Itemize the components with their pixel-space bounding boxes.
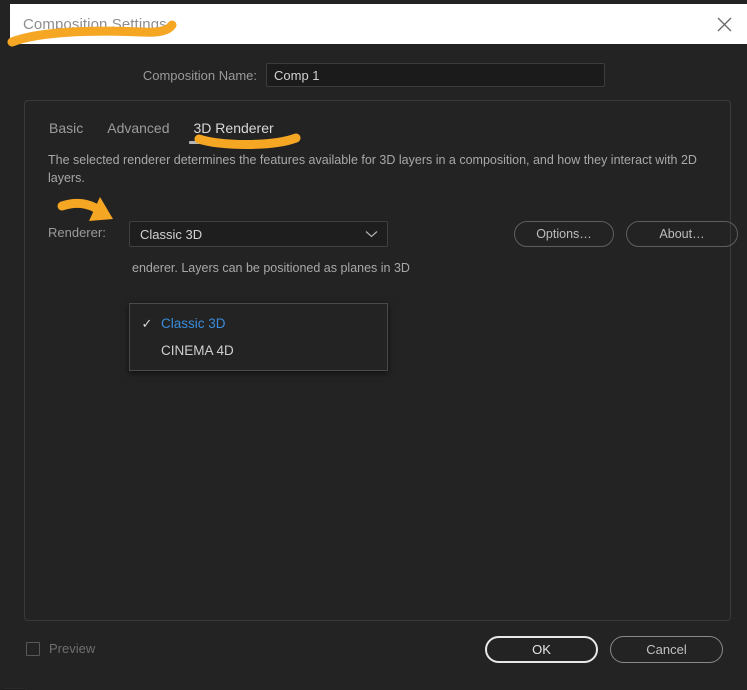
menu-item-cinema-4d[interactable]: CINEMA 4D xyxy=(130,337,387,364)
dialog-title: Composition Settings xyxy=(23,15,167,33)
renderer-dropdown-value: Classic 3D xyxy=(140,226,203,242)
composition-settings-dialog: Composition Settings Composition Name: B… xyxy=(0,0,747,688)
tab-strip: Basic Advanced 3D Renderer xyxy=(37,111,286,145)
menu-item-label: Classic 3D xyxy=(161,316,226,331)
chevron-down-icon xyxy=(365,230,378,238)
cancel-button[interactable]: Cancel xyxy=(610,636,723,663)
dialog-titlebar: Composition Settings xyxy=(10,4,747,44)
tab-advanced[interactable]: Advanced xyxy=(95,120,181,145)
preview-toggle[interactable]: Preview xyxy=(26,641,95,656)
renderer-sub-description: enderer. Layers can be positioned as pla… xyxy=(132,261,410,275)
renderer-dropdown-menu[interactable]: ✓ Classic 3D CINEMA 4D xyxy=(129,303,388,371)
tab-basic[interactable]: Basic xyxy=(37,120,95,145)
menu-item-classic-3d[interactable]: ✓ Classic 3D xyxy=(130,310,387,337)
renderer-label: Renderer: xyxy=(48,225,106,240)
preview-label: Preview xyxy=(49,641,96,656)
settings-tab-panel: Basic Advanced 3D Renderer The selected … xyxy=(24,100,738,621)
composition-name-row: Composition Name: xyxy=(10,62,747,88)
dialog-footer: Preview OK Cancel xyxy=(10,632,747,680)
composition-name-label: Composition Name: xyxy=(142,67,257,83)
renderer-dropdown[interactable]: Classic 3D xyxy=(129,221,388,247)
tab-3d-renderer[interactable]: 3D Renderer xyxy=(182,120,286,145)
renderer-options-button[interactable]: Options… xyxy=(514,221,614,247)
close-icon[interactable] xyxy=(701,4,747,44)
preview-checkbox[interactable] xyxy=(26,641,40,656)
renderer-row: Renderer: Classic 3D Options… About… xyxy=(48,221,738,247)
ok-button[interactable]: OK xyxy=(485,636,598,663)
menu-item-label: CINEMA 4D xyxy=(161,343,234,358)
check-icon: ✓ xyxy=(141,315,153,331)
renderer-description: The selected renderer determines the fea… xyxy=(48,153,697,185)
renderer-about-button[interactable]: About… xyxy=(626,221,738,247)
dialog-body: Composition Name: Basic Advanced 3D Rend… xyxy=(10,44,747,688)
composition-name-input[interactable] xyxy=(266,63,605,87)
